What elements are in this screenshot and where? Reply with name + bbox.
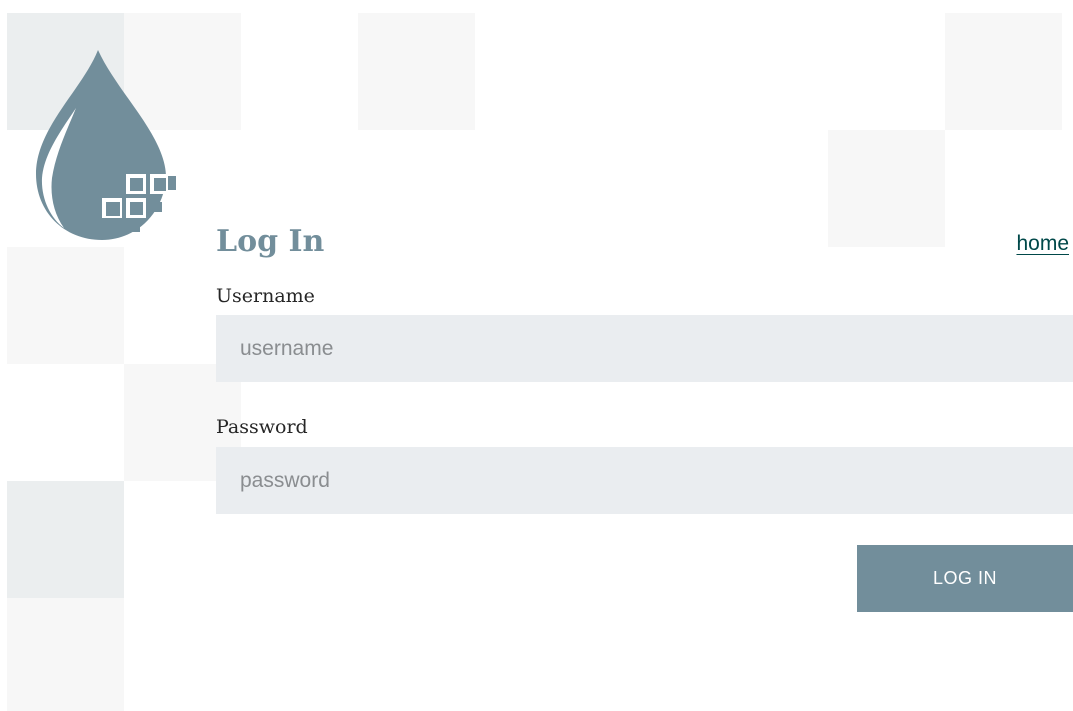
background-tile	[828, 130, 945, 247]
background-tile	[945, 13, 1062, 130]
background-tile	[7, 247, 124, 364]
home-link[interactable]: home	[1016, 232, 1069, 256]
password-input[interactable]	[216, 447, 1073, 514]
background-tile	[7, 481, 124, 598]
background-tile	[358, 13, 475, 130]
username-label: Username	[216, 285, 315, 307]
login-page: Log In home Username Password LOG IN	[0, 0, 1073, 711]
water-drop-pixel-logo-icon	[36, 50, 176, 240]
page-title: Log In	[216, 224, 325, 259]
password-label: Password	[216, 416, 308, 438]
username-input[interactable]	[216, 315, 1073, 382]
background-tile	[7, 598, 124, 711]
login-button[interactable]: LOG IN	[857, 545, 1073, 612]
